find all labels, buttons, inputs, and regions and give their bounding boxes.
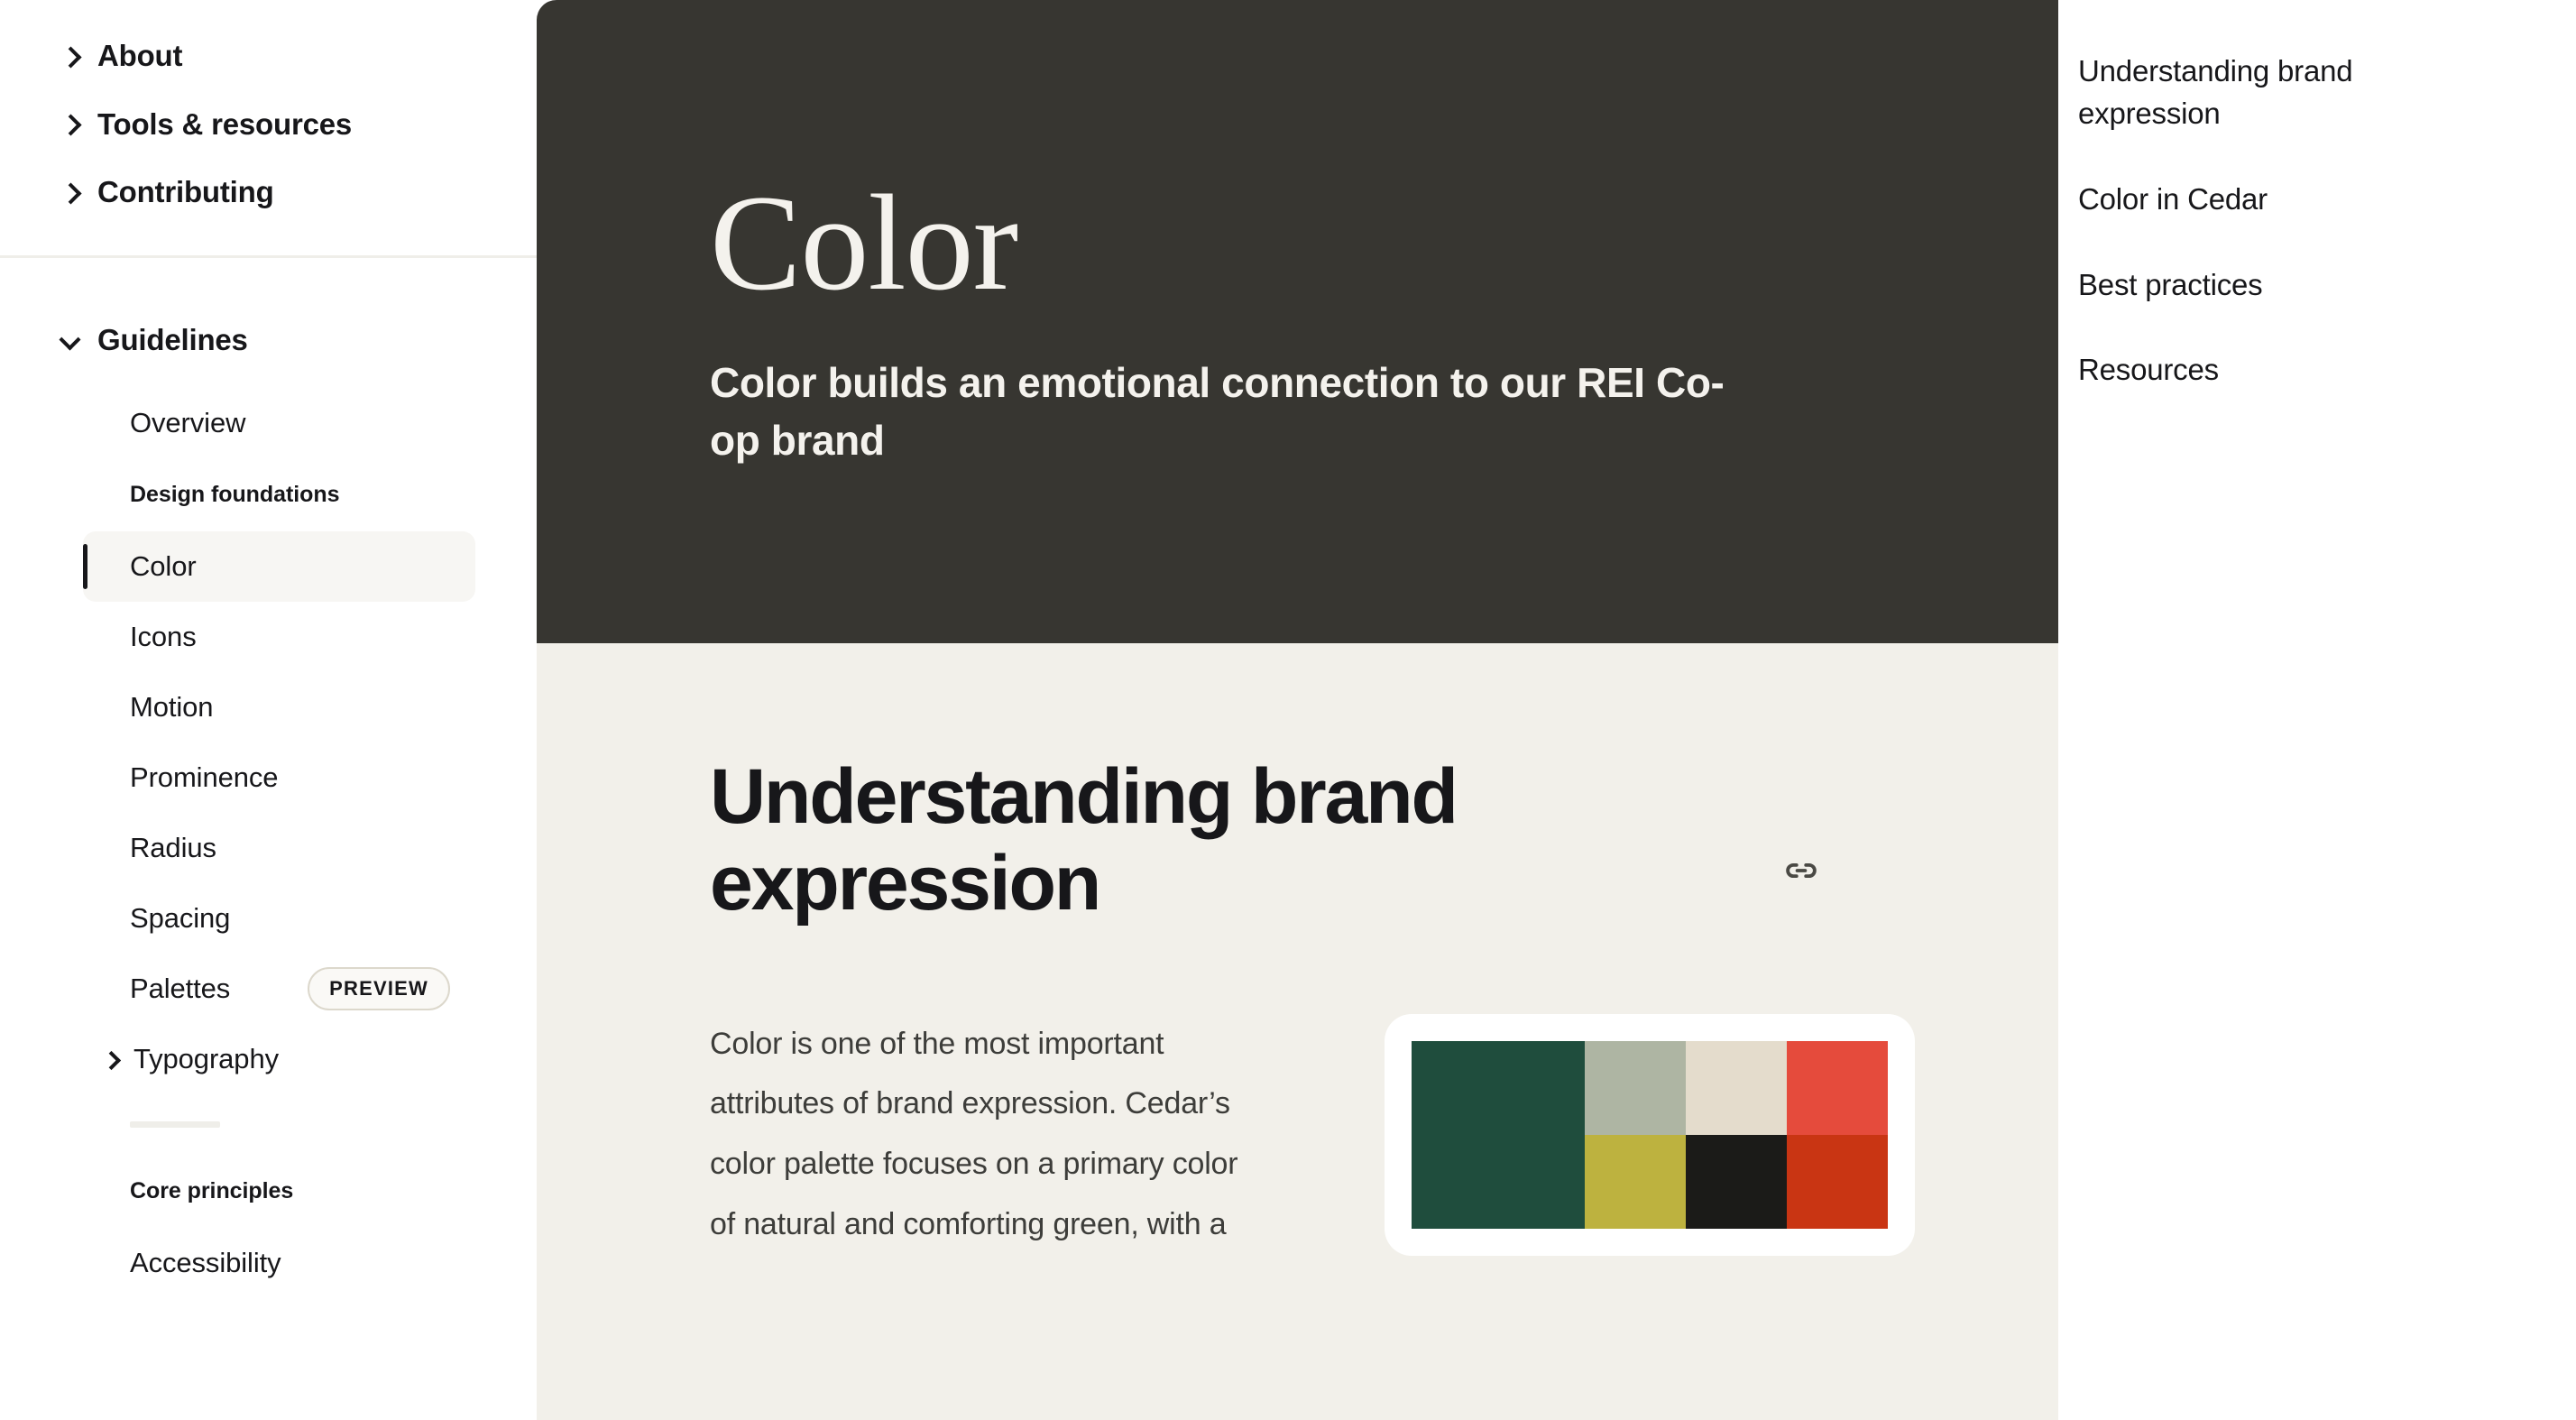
sidebar-item-label: Prominence bbox=[130, 761, 279, 793]
sidebar-item-label: Palettes bbox=[130, 972, 231, 1004]
section-heading-row: Understanding brand expression bbox=[710, 643, 2058, 927]
page-title: Color bbox=[710, 167, 1018, 319]
toc-item-understanding-brand-expression[interactable]: Understanding brand expression bbox=[2078, 51, 2439, 179]
sidebar-item-label: About bbox=[97, 39, 183, 72]
sidebar-mini-divider bbox=[130, 1120, 220, 1128]
sidebar-item-label: Typography bbox=[133, 1042, 279, 1074]
toc-item-resources[interactable]: Resources bbox=[2078, 349, 2439, 392]
sidebar-item-prominence[interactable]: Prominence bbox=[83, 742, 475, 813]
page-subtitle: Color builds an emotional connection to … bbox=[710, 359, 1725, 464]
toc-item-best-practices[interactable]: Best practices bbox=[2078, 264, 2439, 350]
sidebar-item-overview[interactable]: Overview bbox=[83, 388, 475, 458]
sidebar-label-core-principles: Core principles bbox=[130, 1177, 294, 1203]
sidebar-group-label: Guidelines bbox=[97, 322, 248, 356]
sidebar-item-label: Icons bbox=[130, 620, 197, 652]
chevron-right-icon bbox=[61, 115, 78, 132]
table-of-contents: Understanding brand expression Color in … bbox=[2058, 0, 2576, 1420]
guidelines-sublist: Overview Design foundations Color Icons … bbox=[0, 368, 537, 1298]
sidebar-item-color[interactable]: Color bbox=[83, 530, 475, 602]
primary-nav: About Tools & resources Contributing bbox=[0, 22, 537, 226]
chevron-right-icon bbox=[103, 1052, 117, 1066]
chevron-down-icon bbox=[61, 332, 78, 348]
color-palette-card bbox=[1385, 1013, 1915, 1256]
section-heading: Understanding brand expression bbox=[710, 753, 1458, 927]
sidebar-item-accessibility[interactable]: Accessibility bbox=[83, 1228, 475, 1298]
swatch-cream bbox=[1686, 1040, 1788, 1135]
main-content: Color Color builds an emotional connecti… bbox=[537, 0, 2058, 1420]
sidebar-item-radius[interactable]: Radius bbox=[83, 813, 475, 883]
swatch-sage bbox=[1585, 1040, 1687, 1135]
sidebar-item-contributing[interactable]: Contributing bbox=[0, 158, 537, 226]
sidebar-item-tools-resources[interactable]: Tools & resources bbox=[0, 90, 537, 159]
sidebar-item-label: Motion bbox=[130, 690, 214, 723]
body-row: Color is one of the most important attri… bbox=[710, 1013, 2058, 1256]
toc-item-color-in-cedar[interactable]: Color in Cedar bbox=[2078, 179, 2439, 264]
body-paragraph: Color is one of the most important attri… bbox=[710, 1026, 1238, 1241]
left-sidebar: About Tools & resources Contributing Gui… bbox=[0, 0, 537, 1420]
sidebar-label-design-foundations: Design foundations bbox=[130, 481, 340, 507]
status-badge-preview: PREVIEW bbox=[308, 966, 450, 1010]
swatch-primary-green bbox=[1412, 1040, 1586, 1229]
sidebar-item-label: Spacing bbox=[130, 901, 231, 934]
chevron-right-icon bbox=[61, 184, 78, 200]
sidebar-group-guidelines[interactable]: Guidelines bbox=[0, 312, 537, 368]
sidebar-item-motion[interactable]: Motion bbox=[83, 672, 475, 742]
swatch-olive-yellow bbox=[1585, 1134, 1687, 1229]
sidebar-item-spacing[interactable]: Spacing bbox=[83, 883, 475, 954]
swatch-deep-red bbox=[1787, 1134, 1888, 1229]
sidebar-item-label: Overview bbox=[130, 406, 246, 438]
sidebar-item-label: Color bbox=[130, 549, 197, 582]
sidebar-item-icons[interactable]: Icons bbox=[83, 602, 475, 672]
guidelines-section: Guidelines Overview Design foundations C… bbox=[0, 258, 537, 1298]
page-root: About Tools & resources Contributing Gui… bbox=[0, 0, 2576, 1420]
sidebar-item-about[interactable]: About bbox=[0, 22, 537, 90]
sidebar-item-label: Accessibility bbox=[130, 1246, 281, 1278]
color-swatch-grid bbox=[1412, 1040, 1888, 1229]
swatch-coral bbox=[1787, 1040, 1888, 1135]
link-icon[interactable] bbox=[1781, 851, 1821, 890]
sidebar-item-label: Tools & resources bbox=[97, 106, 353, 141]
chevron-right-icon bbox=[61, 48, 78, 64]
sidebar-item-label: Radius bbox=[130, 831, 216, 863]
hero-banner: Color Color builds an emotional connecti… bbox=[537, 0, 2058, 643]
sidebar-item-typography[interactable]: Typography bbox=[83, 1024, 475, 1094]
sidebar-item-palettes[interactable]: Palettes PREVIEW bbox=[83, 954, 475, 1024]
swatch-near-black bbox=[1686, 1134, 1788, 1229]
content-body: Understanding brand expression Color is … bbox=[537, 643, 2058, 1420]
sidebar-item-label: Contributing bbox=[97, 175, 274, 209]
